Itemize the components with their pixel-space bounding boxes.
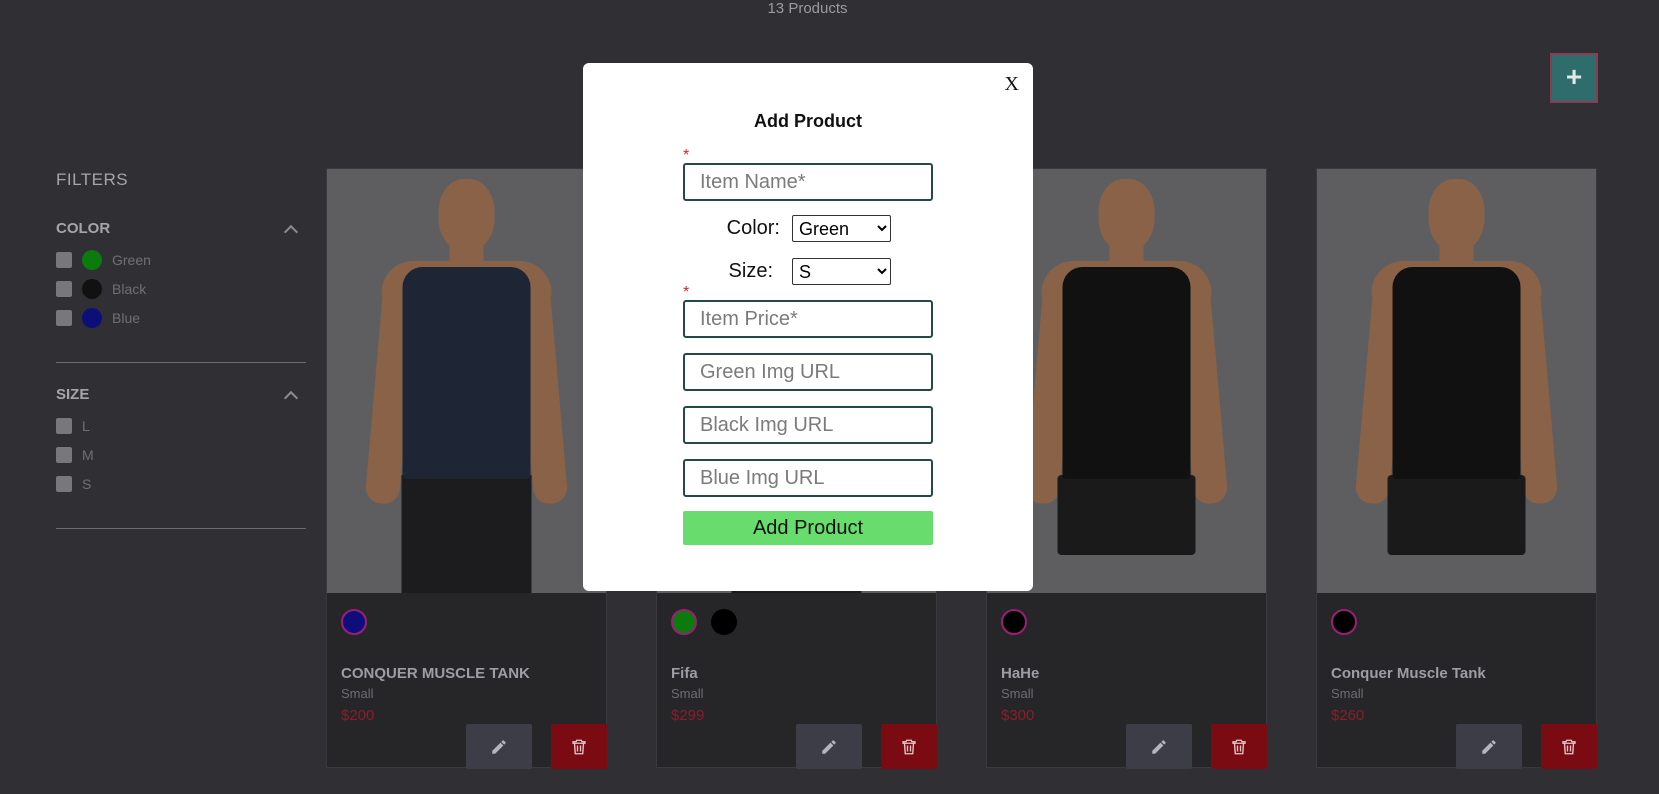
color-option-dot[interactable] — [341, 609, 367, 635]
size-label: Size: — [728, 260, 773, 282]
filter-divider — [56, 528, 306, 529]
product-image — [327, 169, 606, 593]
pencil-icon — [1152, 739, 1166, 754]
filter-option-m[interactable]: M — [56, 440, 306, 469]
filter-option-l[interactable]: L — [56, 411, 306, 440]
edit-button[interactable] — [796, 724, 862, 769]
pencil-icon — [1482, 739, 1496, 754]
product-price: $260 — [1331, 707, 1365, 724]
color-option-dot[interactable] — [711, 609, 737, 635]
filter-option-green[interactable]: Green — [56, 245, 306, 274]
trash-icon — [902, 739, 916, 754]
filter-option-label: Green — [112, 251, 151, 268]
product-info: CONQUER MUSCLE TANK Small $200 — [341, 609, 596, 724]
add-product-submit-button[interactable]: Add Product — [683, 511, 933, 545]
size-filter-section: SIZE L M S — [56, 386, 306, 498]
checkbox[interactable] — [56, 251, 72, 268]
color-row: Color: Green — [583, 215, 1033, 242]
product-image — [1317, 169, 1596, 593]
color-option-dot[interactable] — [1001, 609, 1027, 635]
color-label: Color: — [726, 217, 780, 239]
filter-divider — [56, 362, 306, 363]
filters-title: FILTERS — [56, 170, 129, 189]
delete-button[interactable] — [881, 724, 937, 769]
color-options — [1331, 609, 1586, 635]
color-options — [671, 609, 926, 635]
pencil-icon — [822, 739, 836, 754]
green-img-url-input[interactable] — [683, 353, 933, 391]
color-filter-label: COLOR — [56, 220, 111, 237]
item-price-input[interactable] — [683, 300, 933, 338]
checkbox[interactable] — [56, 417, 72, 434]
filter-option-label: Blue — [112, 309, 141, 326]
checkbox[interactable] — [56, 309, 72, 326]
add-product-modal: X Add Product * Color: Green Size: S * A… — [583, 63, 1033, 591]
product-count: 13 Products — [767, 0, 848, 17]
checkbox[interactable] — [56, 446, 72, 463]
product-price: $299 — [671, 707, 705, 724]
product-size: Small — [1001, 686, 1034, 701]
filter-option-label: M — [82, 446, 94, 463]
checkbox[interactable] — [56, 475, 72, 492]
size-filter-header[interactable]: SIZE — [56, 386, 306, 405]
filter-option-blue[interactable]: Blue — [56, 303, 306, 332]
color-filter-header[interactable]: COLOR — [56, 220, 306, 239]
filter-option-s[interactable]: S — [56, 469, 306, 498]
add-product-button[interactable]: + — [1550, 53, 1598, 103]
close-button[interactable]: X — [1005, 73, 1019, 96]
product-name: Conquer Muscle Tank — [1331, 665, 1486, 682]
delete-button[interactable] — [1211, 724, 1267, 769]
color-swatch — [82, 278, 102, 299]
color-option-dot[interactable] — [671, 609, 697, 635]
product-card: CONQUER MUSCLE TANK Small $200 — [326, 168, 607, 769]
size-select[interactable]: S — [792, 258, 891, 285]
chevron-up-icon[interactable] — [283, 390, 299, 405]
color-options — [1001, 609, 1256, 635]
delete-button[interactable] — [551, 724, 607, 769]
product-price: $300 — [1001, 707, 1035, 724]
color-option-dot[interactable] — [1331, 609, 1357, 635]
item-name-input[interactable] — [683, 163, 933, 201]
product-info: Fifa Small $299 — [671, 609, 926, 724]
products-page: 13 Products + FILTERS COLOR Green Black — [0, 0, 1659, 794]
trash-icon — [1562, 739, 1576, 754]
black-img-url-input[interactable] — [683, 406, 933, 444]
color-options — [341, 609, 596, 635]
filter-option-label: S — [82, 475, 92, 492]
chevron-up-icon[interactable] — [283, 224, 299, 239]
pencil-icon — [492, 739, 506, 754]
trash-icon — [1232, 739, 1246, 754]
edit-button[interactable] — [1456, 724, 1522, 769]
product-name: HaHe — [1001, 665, 1040, 682]
filter-option-label: Black — [112, 280, 147, 297]
blue-img-url-input[interactable] — [683, 459, 933, 497]
filter-option-label: L — [82, 417, 90, 434]
product-card: Conquer Muscle Tank Small $260 — [1316, 168, 1597, 769]
product-info: Conquer Muscle Tank Small $260 — [1331, 609, 1586, 724]
size-row: Size: S — [583, 258, 1033, 285]
product-name: Fifa — [671, 665, 698, 682]
color-swatch — [82, 249, 102, 270]
product-name: CONQUER MUSCLE TANK — [341, 665, 530, 682]
color-filter-section: COLOR Green Black Blue — [56, 220, 306, 332]
filters-panel: FILTERS COLOR Green Black Blue SIZE L M … — [56, 170, 306, 529]
trash-icon — [572, 739, 586, 754]
product-size: Small — [341, 686, 374, 701]
product-info: HaHe Small $300 — [1001, 609, 1256, 724]
delete-button[interactable] — [1541, 724, 1597, 769]
product-price: $200 — [341, 707, 375, 724]
modal-title: Add Product — [754, 111, 862, 131]
checkbox[interactable] — [56, 280, 72, 297]
color-swatch — [82, 307, 102, 328]
size-filter-label: SIZE — [56, 386, 90, 403]
edit-button[interactable] — [1126, 724, 1192, 769]
product-size: Small — [671, 686, 704, 701]
color-select[interactable]: Green — [792, 215, 891, 242]
product-size: Small — [1331, 686, 1364, 701]
edit-button[interactable] — [466, 724, 532, 769]
filter-option-black[interactable]: Black — [56, 274, 306, 303]
